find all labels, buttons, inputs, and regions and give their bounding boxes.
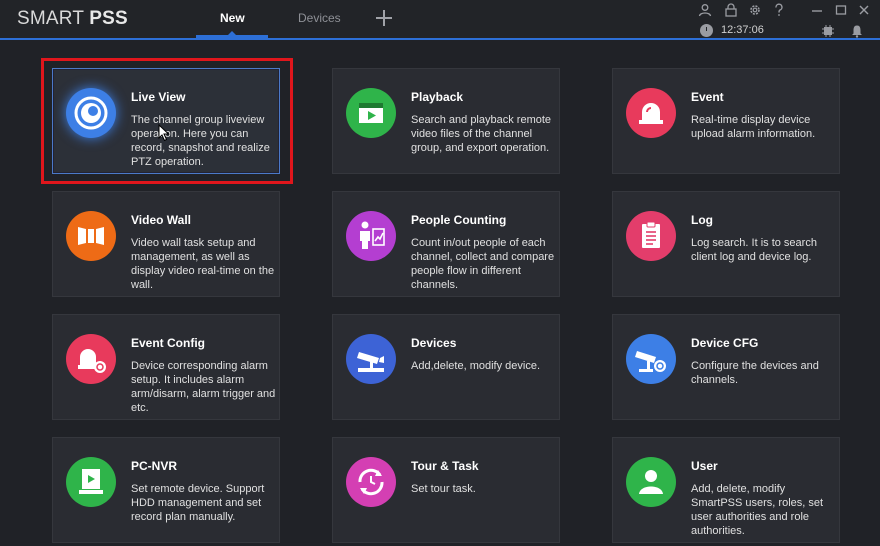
tour-task-icon: [346, 457, 396, 507]
card-title: Event: [691, 90, 724, 104]
minimize-icon[interactable]: [810, 3, 824, 17]
module-card-user[interactable]: User Add, delete, modify SmartPSS users,…: [612, 437, 840, 543]
module-card-video-wall[interactable]: Video Wall Video wall task setup and man…: [52, 191, 280, 297]
module-card-event-config[interactable]: Event Config Device corresponding alarm …: [52, 314, 280, 420]
clock-icon: [700, 24, 713, 37]
clock-time: 12:37:06: [721, 24, 764, 36]
alarm-light-icon: [626, 88, 676, 138]
user-icon: [626, 457, 676, 507]
card-description: Device corresponding alarm setup. It inc…: [131, 360, 276, 414]
live-view-icon: [66, 88, 116, 138]
card-description: Count in/out people of each channel, col…: [411, 237, 555, 291]
card-title: People Counting: [411, 213, 507, 227]
help-icon[interactable]: [772, 3, 786, 17]
clipboard-icon: [626, 211, 676, 261]
people-counting-icon: [346, 211, 396, 261]
bell-icon[interactable]: [850, 24, 864, 38]
module-card-devices[interactable]: Devices Add,delete, modify device.: [332, 314, 560, 420]
card-title: User: [691, 459, 718, 473]
module-card-pc-nvr[interactable]: PC-NVR Set remote device. Support HDD ma…: [52, 437, 280, 543]
module-card-people-counting[interactable]: People Counting Count in/out people of e…: [332, 191, 560, 297]
card-description: Add,delete, modify device.: [411, 360, 541, 372]
title-bar: SMART PSS New Devices 12:37:06: [0, 0, 880, 40]
lock-icon[interactable]: [724, 3, 738, 17]
card-description: Set tour task.: [411, 483, 476, 495]
card-title: Device CFG: [691, 336, 759, 350]
active-tab-caret: [228, 31, 236, 35]
cpu-icon[interactable]: [821, 24, 835, 38]
user-icon[interactable]: [698, 3, 712, 17]
card-title: PC-NVR: [131, 459, 178, 473]
playback-icon: [346, 88, 396, 138]
card-title: Event Config: [131, 336, 205, 350]
module-card-event[interactable]: Event Real-time display device upload al…: [612, 68, 840, 174]
card-title: Live View: [131, 90, 186, 104]
card-title: Log: [691, 213, 713, 227]
card-title: Devices: [411, 336, 457, 350]
card-title: Playback: [411, 90, 464, 104]
card-title: Video Wall: [131, 213, 192, 227]
mouse-cursor-icon: [158, 124, 170, 142]
tab-new[interactable]: New: [220, 11, 245, 25]
active-tab-indicator: [196, 35, 268, 38]
camera-config-icon: [626, 334, 676, 384]
close-icon[interactable]: [857, 3, 871, 17]
maximize-icon[interactable]: [834, 3, 848, 17]
module-card-playback[interactable]: Playback Search and playback remote vide…: [332, 68, 560, 174]
app-logo: SMART PSS: [17, 8, 128, 29]
tab-devices[interactable]: Devices: [298, 11, 341, 25]
card-description: Search and playback remote video files o…: [411, 114, 552, 154]
card-description: Real-time display device upload alarm in…: [691, 114, 816, 140]
card-description: Add, delete, modify SmartPSS users, role…: [691, 483, 824, 537]
video-wall-icon: [66, 211, 116, 261]
card-description: Video wall task setup and management, as…: [131, 237, 275, 291]
alarm-config-icon: [66, 334, 116, 384]
module-card-tour-task[interactable]: Tour & Task Set tour task.: [332, 437, 560, 543]
add-tab-icon[interactable]: [374, 8, 394, 28]
card-description: The channel group liveview operation. He…: [131, 114, 270, 168]
card-description: Log search. It is to search client log a…: [691, 237, 817, 263]
module-card-device-cfg[interactable]: Device CFG Configure the devices and cha…: [612, 314, 840, 420]
camera-device-icon: [346, 334, 396, 384]
settings-icon[interactable]: [748, 3, 762, 17]
module-card-log[interactable]: Log Log search. It is to search client l…: [612, 191, 840, 297]
card-title: Tour & Task: [411, 459, 479, 473]
pc-nvr-icon: [66, 457, 116, 507]
card-description: Configure the devices and channels.: [691, 360, 819, 386]
module-card-live-view[interactable]: Live View The channel group liveview ope…: [52, 68, 280, 174]
card-description: Set remote device. Support HDD managemen…: [131, 483, 265, 523]
